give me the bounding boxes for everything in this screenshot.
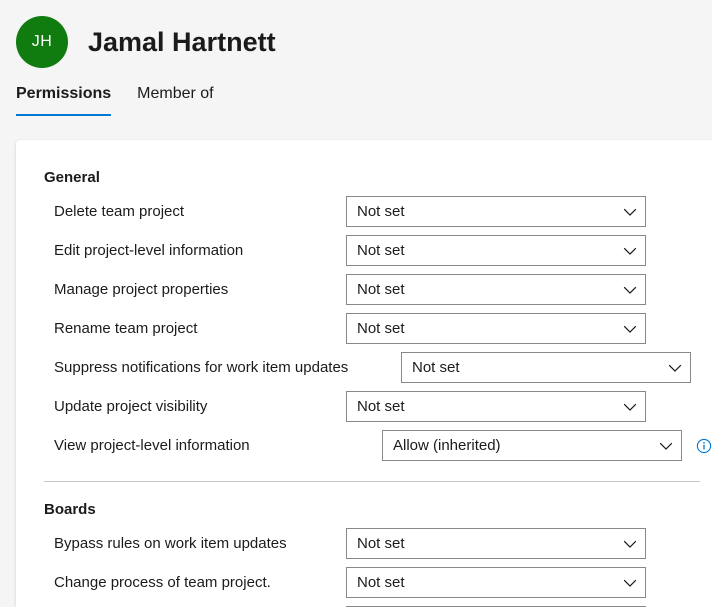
permissions-card: General Delete team project Not set Edit pr…: [16, 140, 712, 607]
chevron-down-icon: [623, 537, 637, 551]
permission-dropdown-value: Not set: [357, 281, 405, 298]
section-boards: Boards Bypass rules on work item updates N…: [16, 500, 712, 607]
permission-row: Rename team project Not set: [44, 309, 712, 348]
permission-dropdown-value: Not set: [357, 203, 405, 220]
chevron-down-icon: [659, 439, 673, 453]
section-general: General Delete team project Not set Edit pr…: [16, 168, 712, 465]
permission-row: [44, 602, 712, 607]
permissions-page: JH Jamal Hartnett Permissions Member of …: [0, 0, 712, 607]
page-header: JH Jamal Hartnett Permissions Member of: [0, 0, 712, 140]
chevron-down-icon: [623, 322, 637, 336]
permission-dropdown-value: Not set: [412, 359, 460, 376]
permission-dropdown-value: Not set: [357, 535, 405, 552]
permission-label: Update project visibility: [54, 397, 208, 415]
section-title: General: [44, 169, 100, 186]
section-title: Boards: [44, 501, 96, 518]
permission-dropdown-view-project-level-information[interactable]: Allow (inherited): [382, 430, 682, 461]
avatar-initials: JH: [31, 33, 53, 50]
permission-label: Suppress notifications for work item upd…: [54, 358, 349, 376]
permission-rows: Bypass rules on work item updates Not set…: [16, 524, 712, 607]
permission-dropdown-value: Not set: [357, 242, 405, 259]
permission-dropdown-bypass-rules-on-work-item-updates[interactable]: Not set: [346, 528, 646, 559]
permission-label: Edit project-level information: [54, 241, 244, 259]
tab-member-of[interactable]: Member of: [137, 84, 213, 116]
permission-dropdown-value: Allow (inherited): [393, 437, 501, 454]
permission-row: Update project visibility Not set: [44, 387, 712, 426]
permission-label: Rename team project: [54, 319, 198, 337]
permission-dropdown-update-project-visibility[interactable]: Not set: [346, 391, 646, 422]
permission-row: Bypass rules on work item updates Not set: [44, 524, 712, 563]
page-title: Jamal Hartnett: [88, 27, 276, 57]
permission-row: View project-level information Allow (inh…: [44, 426, 712, 465]
permission-label: Bypass rules on work item updates: [54, 534, 287, 552]
sections-container: General Delete team project Not set Edit pr…: [16, 140, 712, 607]
permission-dropdown-rename-team-project[interactable]: Not set: [346, 313, 646, 344]
chevron-down-icon: [623, 576, 637, 590]
permission-dropdown-delete-team-project[interactable]: Not set: [346, 196, 646, 227]
permission-label: View project-level information: [54, 436, 250, 454]
permission-dropdown-manage-project-properties[interactable]: Not set: [346, 274, 646, 305]
chevron-down-icon: [623, 400, 637, 414]
chevron-down-icon: [668, 361, 682, 375]
permission-label: Manage project properties: [54, 280, 229, 298]
avatar: JH: [16, 16, 68, 68]
permission-dropdown-edit-project-level-information[interactable]: Not set: [346, 235, 646, 266]
chevron-down-icon: [623, 283, 637, 297]
permission-rows: Delete team project Not set Edit project-l…: [16, 192, 712, 465]
permission-label: Delete team project: [54, 202, 185, 220]
permission-row: Change process of team project. Not set: [44, 563, 712, 602]
tab-permissions-label: Permissions: [16, 85, 112, 102]
chevron-down-icon: [623, 244, 637, 258]
tab-permissions[interactable]: Permissions: [16, 84, 112, 116]
permission-dropdown-value: Not set: [357, 574, 405, 591]
tab-bar: Permissions Member of: [16, 84, 240, 116]
permission-row: Delete team project Not set: [44, 192, 712, 231]
tab-member-of-label: Member of: [137, 85, 214, 102]
section-divider: [44, 481, 700, 482]
chevron-down-icon: [623, 205, 637, 219]
permission-label: Change process of team project.: [54, 573, 271, 591]
permission-row: Suppress notifications for work item upd…: [44, 348, 712, 387]
permission-dropdown-suppress-notifications-for-work-item-updates[interactable]: Not set: [401, 352, 691, 383]
permission-row: Edit project-level information Not set: [44, 231, 712, 270]
permission-row: Manage project properties Not set: [44, 270, 712, 309]
permission-dropdown-change-process-of-team-project[interactable]: Not set: [346, 567, 646, 598]
permission-dropdown-value: Not set: [357, 320, 405, 337]
permission-dropdown-value: Not set: [357, 398, 405, 415]
info-icon[interactable]: [696, 438, 712, 454]
user-identity: JH Jamal Hartnett: [16, 16, 276, 68]
